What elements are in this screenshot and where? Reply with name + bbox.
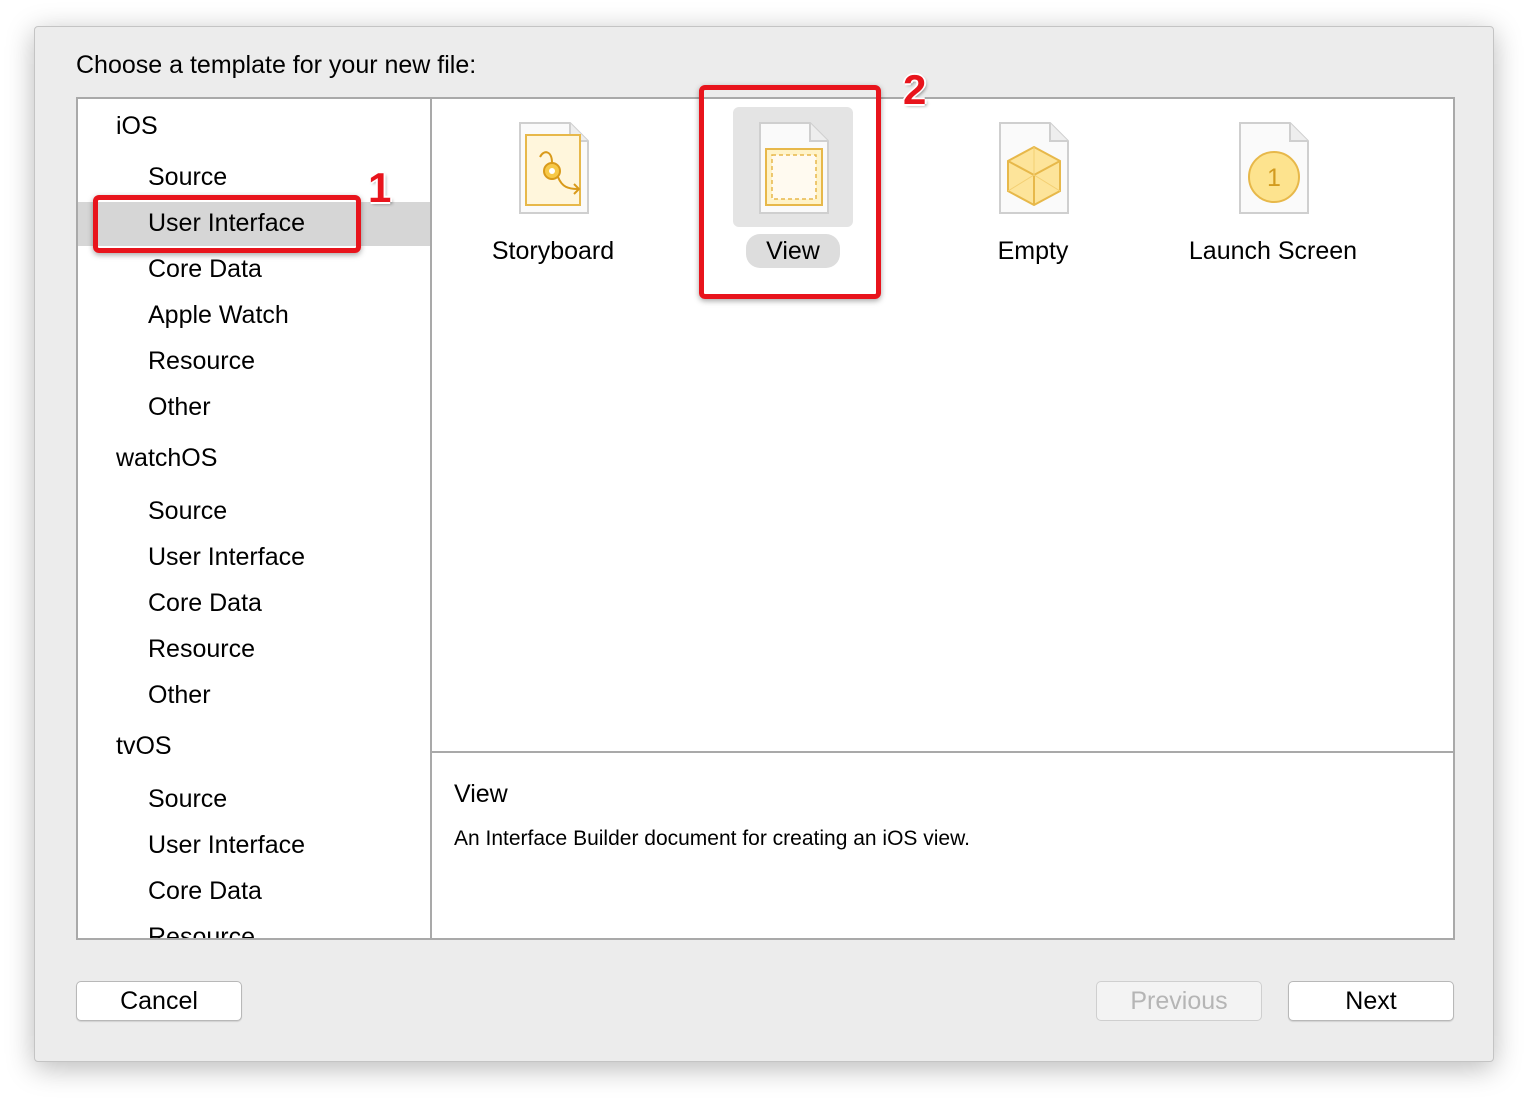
template-storyboard[interactable]: Storyboard bbox=[433, 99, 673, 299]
callout-box-step-2 bbox=[699, 85, 881, 299]
description-divider bbox=[432, 751, 1453, 753]
cancel-button[interactable]: Cancel bbox=[76, 981, 242, 1021]
sidebar-item-watchos-core-data[interactable]: Core Data bbox=[78, 582, 430, 626]
template-launch-screen[interactable]: 1 Launch Screen bbox=[1153, 99, 1393, 299]
sidebar-item-tvos-user-interface[interactable]: User Interface bbox=[78, 824, 430, 868]
sidebar-item-ios-resource[interactable]: Resource bbox=[78, 340, 430, 384]
callout-number-1: 1 bbox=[368, 164, 392, 211]
template-browser: Storyboard View Empty 1 Launch Screen Vi… bbox=[430, 97, 1455, 940]
callout-box-step-1 bbox=[93, 195, 361, 253]
sidebar-group-watchos: watchOS bbox=[116, 444, 218, 472]
template-launch-screen-label: Launch Screen bbox=[1188, 237, 1358, 265]
template-storyboard-label: Storyboard bbox=[491, 237, 615, 265]
sidebar-group-ios: iOS bbox=[116, 112, 158, 140]
sidebar-item-ios-core-data[interactable]: Core Data bbox=[78, 248, 430, 292]
sidebar-item-watchos-user-interface[interactable]: User Interface bbox=[78, 536, 430, 580]
description-text: An Interface Builder document for creati… bbox=[454, 827, 970, 850]
svg-text:1: 1 bbox=[1267, 164, 1281, 192]
previous-button[interactable]: Previous bbox=[1096, 981, 1262, 1021]
sidebar-item-tvos-resource[interactable]: Resource bbox=[78, 916, 430, 938]
dialog-heading: Choose a template for your new file: bbox=[76, 51, 477, 79]
storyboard-document-icon bbox=[519, 122, 589, 214]
next-button[interactable]: Next bbox=[1288, 981, 1454, 1021]
template-empty-label: Empty bbox=[997, 237, 1069, 265]
callout-number-2: 2 bbox=[903, 66, 927, 113]
template-empty[interactable]: Empty bbox=[913, 99, 1153, 299]
sidebar-item-tvos-source[interactable]: Source bbox=[78, 778, 430, 822]
sidebar-item-watchos-resource[interactable]: Resource bbox=[78, 628, 430, 672]
empty-document-icon bbox=[999, 122, 1069, 214]
launch-screen-document-icon: 1 bbox=[1239, 122, 1309, 214]
sidebar-item-ios-other[interactable]: Other bbox=[78, 386, 430, 430]
sidebar-item-ios-apple-watch[interactable]: Apple Watch bbox=[78, 294, 430, 338]
sidebar-item-tvos-core-data[interactable]: Core Data bbox=[78, 870, 430, 914]
sidebar-group-tvos: tvOS bbox=[116, 732, 172, 760]
description-title: View bbox=[454, 780, 508, 808]
sidebar-item-watchos-source[interactable]: Source bbox=[78, 490, 430, 534]
sidebar-item-watchos-other[interactable]: Other bbox=[78, 674, 430, 718]
